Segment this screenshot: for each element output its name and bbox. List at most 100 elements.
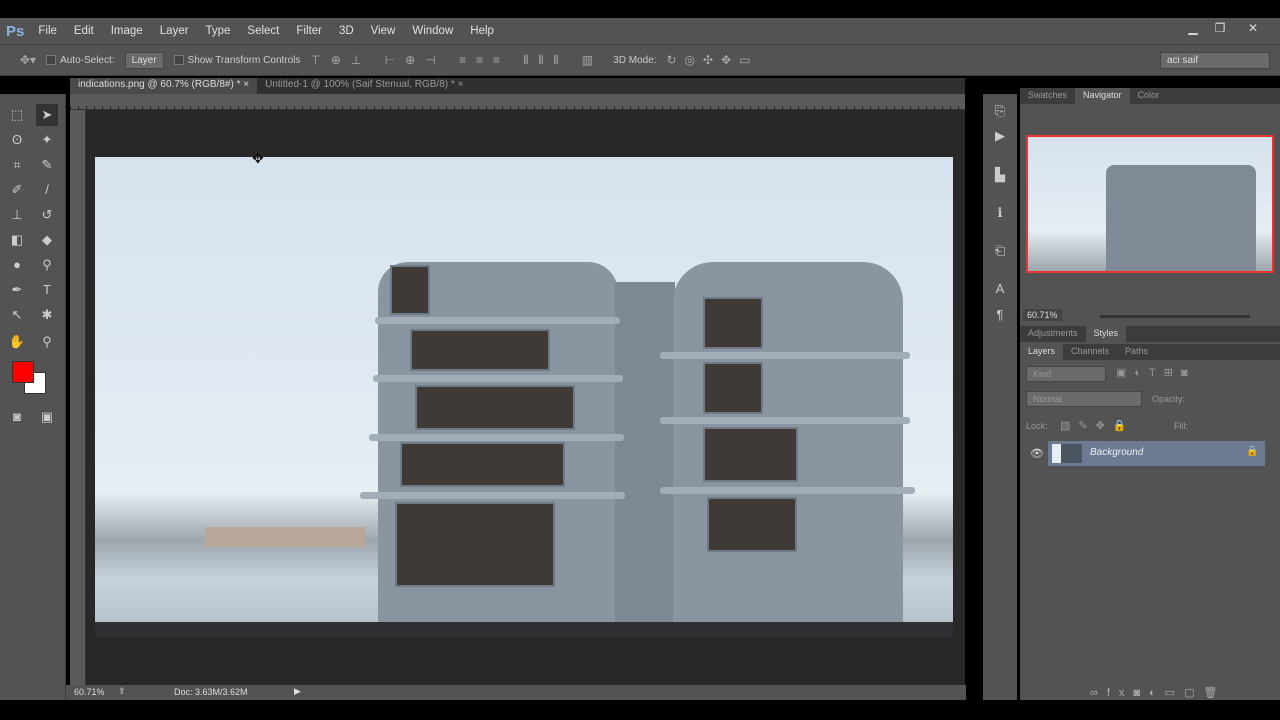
image-bottom-edge: [95, 622, 953, 637]
zoom-tool-icon[interactable]: ⚲: [36, 331, 58, 353]
3d-tools-icons[interactable]: ↻◎✣✥▭: [667, 53, 759, 67]
layer-name: Background: [1090, 447, 1144, 458]
menu-select[interactable]: Select: [247, 25, 279, 37]
character-icon[interactable]: A: [989, 278, 1011, 300]
tab-untitled[interactable]: Untitled-1 @ 100% (Saif Stenual, RGB/8) …: [257, 78, 471, 94]
status-menu-arrow-icon[interactable]: ▶: [294, 686, 301, 697]
tab-adjustments[interactable]: Adjustments: [1020, 326, 1086, 342]
dodge-tool-icon[interactable]: ⚲: [36, 254, 58, 276]
layers-tabs: Layers Channels Paths: [1020, 344, 1280, 360]
move-tool-icon[interactable]: ➤: [36, 104, 58, 126]
move-cursor-icon: ✥: [252, 150, 264, 166]
tab-label: Untitled-1 @ 100% (Saif Stenual, RGB/8) …: [265, 79, 455, 90]
fill-label: Fill:: [1174, 421, 1188, 431]
lasso-tool-icon[interactable]: ʘ: [6, 129, 28, 151]
auto-select-dropdown[interactable]: Layer: [124, 51, 164, 69]
navigator-preview[interactable]: [1026, 135, 1274, 273]
document-image[interactable]: [95, 157, 953, 637]
tab-layers[interactable]: Layers: [1020, 344, 1064, 360]
horizontal-ruler: [70, 94, 965, 110]
blend-mode-dropdown[interactable]: Normal: [1026, 391, 1142, 407]
move-tool-icon[interactable]: ✥▾: [20, 53, 36, 67]
workspace-dropdown[interactable]: aci saif: [1160, 51, 1270, 69]
layer-filter-dropdown[interactable]: Kind: [1026, 366, 1106, 382]
navigator-zoom-slider[interactable]: [1100, 315, 1250, 318]
3d-mode-label: 3D Mode:: [613, 54, 657, 66]
opacity-label: Opacity:: [1152, 394, 1186, 404]
navigator-tabs: Swatches Navigator Color: [1020, 88, 1280, 104]
share-icon[interactable]: ⇪: [118, 686, 126, 697]
tab-swatches[interactable]: Swatches: [1020, 88, 1075, 104]
close-button[interactable]: ✕: [1240, 18, 1266, 38]
layer-lock-icon: 🔒: [1246, 446, 1259, 457]
menu-window[interactable]: Window: [412, 25, 453, 37]
lock-icons[interactable]: ▨✎✥🔒: [1060, 419, 1135, 432]
align-icons[interactable]: ⊤⊕⊥ ⊢⊕⊣ ≡≡≡ ⫴⫴⫴ ▥: [310, 53, 603, 68]
layer-thumbnail: [1052, 444, 1082, 463]
history-brush-icon[interactable]: ↺: [36, 204, 58, 226]
show-transform-label: Show Transform Controls: [187, 54, 301, 66]
paint-bucket-icon[interactable]: ◆: [36, 229, 58, 251]
healing-brush-icon[interactable]: ✐: [6, 179, 28, 201]
menu-help[interactable]: Help: [470, 25, 494, 37]
info-icon[interactable]: ℹ: [989, 202, 1011, 224]
tab-color[interactable]: Color: [1130, 88, 1168, 104]
eyedropper-icon[interactable]: ✎: [36, 154, 58, 176]
adjustments-tabs: Adjustments Styles: [1020, 326, 1280, 342]
minimize-button[interactable]: ▁: [1180, 18, 1206, 38]
auto-select-checkbox[interactable]: Auto-Select:: [46, 55, 115, 66]
panel-icon-strip: ⎘ ▶ ▙ ℹ ⎗ A ¶: [983, 94, 1017, 700]
visibility-eye-icon[interactable]: 👁: [1030, 447, 1044, 460]
menu-filter[interactable]: Filter: [296, 25, 322, 37]
status-bar: 60.71% ⇪ Doc: 3.63M/3.62M ▶: [66, 685, 966, 700]
shape-tool-icon[interactable]: ✱: [36, 304, 58, 326]
eraser-tool-icon[interactable]: ◧: [6, 229, 28, 251]
screen-mode-icon[interactable]: ▣: [36, 406, 58, 428]
path-select-icon[interactable]: ↖: [6, 304, 28, 326]
marquee-tool-icon[interactable]: ⬚: [6, 104, 28, 126]
document-tabs: indications.png @ 60.7% (RGB/8#) * × Unt…: [70, 78, 965, 94]
tab-channels[interactable]: Channels: [1063, 344, 1117, 360]
menu-view[interactable]: View: [371, 25, 396, 37]
navigator-zoom[interactable]: 60.71%: [1023, 309, 1062, 321]
filter-icons[interactable]: ▣◐T⊞◙: [1116, 366, 1196, 379]
menu-edit[interactable]: Edit: [74, 25, 94, 37]
paragraph-icon[interactable]: ¶: [989, 304, 1011, 326]
foreground-color-swatch[interactable]: [12, 361, 34, 383]
menu-file[interactable]: File: [38, 25, 57, 37]
tools-panel: ⬚ ➤ ʘ ✦ ⌗ ✎ ✐ / ⊥ ↺ ◧ ◆ ● ⚲ ✒ T ↖ ✱ ✋ ⚲ …: [0, 94, 66, 700]
type-tool-icon[interactable]: T: [36, 279, 58, 301]
blur-tool-icon[interactable]: ●: [6, 254, 28, 276]
clone-source-icon[interactable]: ⎗: [989, 240, 1011, 262]
show-transform-checkbox[interactable]: Show Transform Controls: [173, 54, 301, 66]
histogram-icon[interactable]: ▙: [989, 164, 1011, 186]
tab-close-icon[interactable]: ×: [243, 79, 249, 90]
tab-navigator[interactable]: Navigator: [1075, 88, 1130, 104]
zoom-level[interactable]: 60.71%: [74, 687, 105, 697]
menu-type[interactable]: Type: [205, 25, 230, 37]
stamp-tool-icon[interactable]: ⊥: [6, 204, 28, 226]
tab-paths[interactable]: Paths: [1117, 344, 1156, 360]
vertical-ruler: [70, 110, 86, 685]
layer-action-icons[interactable]: ∞fx◙◐▭▢🗑: [1090, 686, 1226, 699]
photoshop-logo: Ps: [6, 22, 25, 40]
pen-tool-icon[interactable]: ✒: [6, 279, 28, 301]
menu-layer[interactable]: Layer: [160, 25, 189, 37]
tab-styles[interactable]: Styles: [1085, 326, 1127, 342]
options-bar: ✥▾ Auto-Select: Layer Show Transform Con…: [0, 44, 1280, 76]
brush-tool-icon[interactable]: /: [36, 179, 58, 201]
layer-row-background[interactable]: Background 🔒: [1048, 441, 1265, 466]
tab-close-icon[interactable]: ×: [458, 79, 464, 90]
tab-indications[interactable]: indications.png @ 60.7% (RGB/8#) * ×: [70, 78, 258, 94]
history-icon[interactable]: ⎘: [989, 100, 1011, 122]
actions-icon[interactable]: ▶: [989, 125, 1011, 147]
magic-wand-icon[interactable]: ✦: [36, 129, 58, 151]
quick-mask-icon[interactable]: ◙: [6, 406, 28, 428]
crop-tool-icon[interactable]: ⌗: [6, 154, 28, 176]
menu-bar: Ps File Edit Image Layer Type Select Fil…: [0, 18, 1280, 44]
restore-button[interactable]: ❐: [1207, 18, 1233, 38]
menu-image[interactable]: Image: [111, 25, 143, 37]
hand-tool-icon[interactable]: ✋: [6, 331, 28, 353]
menu-3d[interactable]: 3D: [339, 25, 354, 37]
lock-label: Lock:: [1026, 421, 1048, 431]
